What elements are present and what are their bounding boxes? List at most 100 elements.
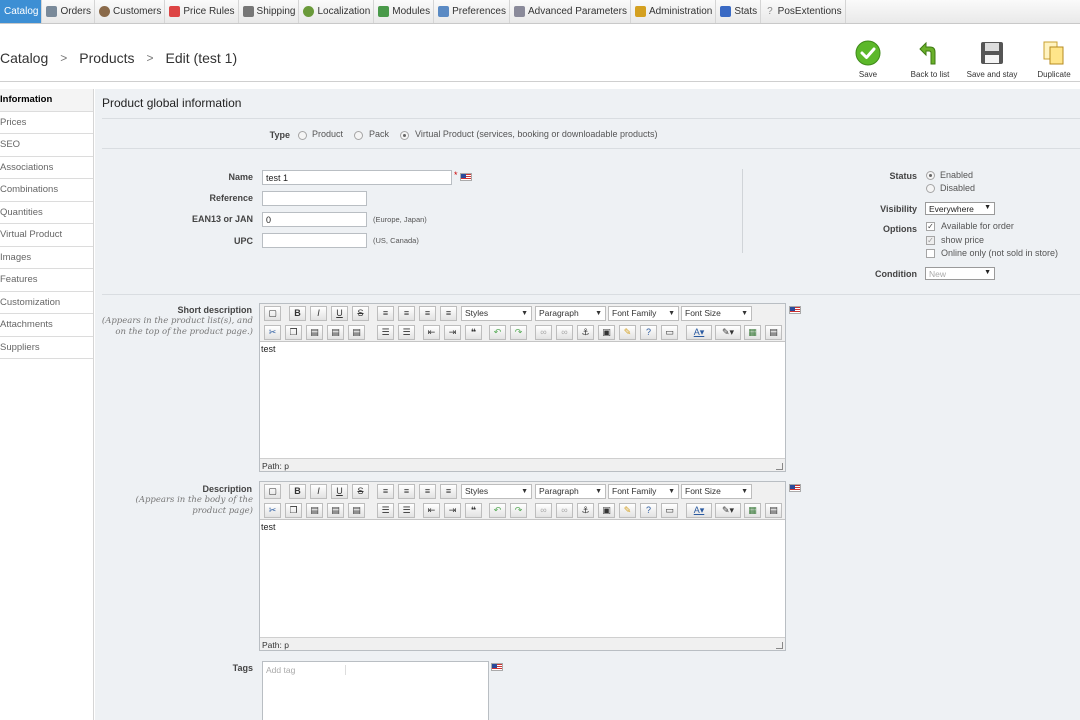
cleanup-icon[interactable]: ✎	[619, 325, 636, 340]
media-icon[interactable]: ▦	[744, 325, 761, 340]
type-radio-product[interactable]	[298, 131, 307, 140]
nav-tab-modules[interactable]: Modules	[374, 0, 435, 23]
indent-icon[interactable]: ⇥	[444, 503, 461, 518]
help-icon[interactable]: ?	[640, 325, 657, 340]
outdent-icon[interactable]: ⇤	[423, 503, 440, 518]
unlink-icon[interactable]: ∞	[556, 503, 573, 518]
sidebar-item-quantities[interactable]: Quantities	[0, 202, 93, 224]
numbered-list-icon[interactable]: ☰	[398, 503, 415, 518]
nav-tab-advanced-parameters[interactable]: Advanced Parameters	[510, 0, 631, 23]
background-color-icon[interactable]: ✎▾	[715, 325, 741, 340]
bold-button[interactable]: B	[289, 484, 306, 499]
visibility-select[interactable]: Everywhere	[925, 202, 995, 215]
nav-tab-shipping[interactable]: Shipping	[239, 0, 300, 23]
italic-button[interactable]: I	[310, 306, 327, 321]
sidebar-item-associations[interactable]: Associations	[0, 157, 93, 179]
nav-tab-posextentions[interactable]: ? PosExtentions	[761, 0, 846, 23]
cleanup-icon[interactable]: ✎	[619, 503, 636, 518]
sidebar-item-customization[interactable]: Customization	[0, 292, 93, 314]
status-enabled-radio[interactable]	[926, 171, 935, 180]
short-description-content[interactable]: test	[260, 342, 785, 356]
outdent-icon[interactable]: ⇤	[423, 325, 440, 340]
description-content[interactable]: test	[260, 520, 785, 534]
us-flag-icon[interactable]	[491, 663, 503, 671]
image-icon[interactable]: ▣	[598, 325, 615, 340]
new-document-icon[interactable]: ▢	[264, 484, 281, 499]
paste-word-icon[interactable]: ▤	[348, 503, 365, 518]
ean-input[interactable]	[262, 212, 367, 227]
background-color-icon[interactable]: ✎▾	[715, 503, 741, 518]
align-left-icon[interactable]: ≡	[377, 484, 394, 499]
underline-button[interactable]: U	[331, 484, 348, 499]
upc-input[interactable]	[262, 233, 367, 248]
sidebar-item-features[interactable]: Features	[0, 269, 93, 292]
html-icon[interactable]: ▭	[661, 325, 678, 340]
breadcrumb-catalog[interactable]: Catalog	[0, 50, 48, 66]
bullet-list-icon[interactable]: ☰	[377, 503, 394, 518]
sidebar-item-attachments[interactable]: Attachments	[0, 314, 93, 337]
nav-tab-customers[interactable]: Customers	[95, 0, 166, 23]
blockquote-icon[interactable]: ❝	[465, 325, 482, 340]
tags-input[interactable]: Add tag	[262, 661, 489, 720]
nav-tab-stats[interactable]: Stats	[716, 0, 762, 23]
available-checkbox[interactable]: ✓	[926, 222, 935, 231]
type-radio-pack[interactable]	[354, 131, 363, 140]
paste-word-icon[interactable]: ▤	[348, 325, 365, 340]
text-color-icon[interactable]: A▾	[686, 325, 712, 340]
paragraph-dropdown[interactable]: Paragraph	[535, 306, 606, 321]
new-document-icon[interactable]: ▢	[264, 306, 281, 321]
font-family-dropdown[interactable]: Font Family	[608, 306, 679, 321]
status-disabled-radio[interactable]	[926, 184, 935, 193]
align-center-icon[interactable]: ≡	[398, 484, 415, 499]
media-icon[interactable]: ▦	[744, 503, 761, 518]
sidebar-item-virtual-product[interactable]: Virtual Product	[0, 224, 93, 247]
nav-tab-catalog[interactable]: Catalog	[0, 0, 43, 23]
name-input[interactable]	[262, 170, 452, 185]
sidebar-item-suppliers[interactable]: Suppliers	[0, 337, 93, 359]
nav-tab-preferences[interactable]: Preferences	[434, 0, 510, 23]
redo-icon[interactable]: ↷	[510, 503, 527, 518]
save-and-stay-button[interactable]: Save and stay	[966, 40, 1018, 79]
text-color-icon[interactable]: A▾	[686, 503, 712, 518]
unlink-icon[interactable]: ∞	[556, 325, 573, 340]
paste-text-icon[interactable]: ▤	[327, 503, 344, 518]
breadcrumb-products[interactable]: Products	[79, 50, 134, 66]
font-size-dropdown[interactable]: Font Size	[681, 306, 752, 321]
link-icon[interactable]: ∞	[535, 503, 552, 518]
nav-tab-administration[interactable]: Administration	[631, 0, 717, 23]
strikethrough-button[interactable]: S	[352, 484, 369, 499]
paste-icon[interactable]: ▤	[306, 325, 323, 340]
blockquote-icon[interactable]: ❝	[465, 503, 482, 518]
reference-input[interactable]	[262, 191, 367, 206]
italic-button[interactable]: I	[310, 484, 327, 499]
template-icon[interactable]: ▤	[765, 325, 782, 340]
sidebar-item-seo[interactable]: SEO	[0, 134, 93, 157]
bold-button[interactable]: B	[289, 306, 306, 321]
html-icon[interactable]: ▭	[661, 503, 678, 518]
cut-icon[interactable]: ✂	[264, 325, 281, 340]
sidebar-item-information[interactable]: Information	[0, 89, 93, 112]
styles-dropdown[interactable]: Styles	[461, 306, 532, 321]
numbered-list-icon[interactable]: ☰	[398, 325, 415, 340]
strikethrough-button[interactable]: S	[352, 306, 369, 321]
condition-select[interactable]: New	[925, 267, 995, 280]
styles-dropdown[interactable]: Styles	[461, 484, 532, 499]
align-right-icon[interactable]: ≡	[419, 484, 436, 499]
template-icon[interactable]: ▤	[765, 503, 782, 518]
justify-icon[interactable]: ≡	[440, 306, 457, 321]
nav-tab-price-rules[interactable]: Price Rules	[165, 0, 239, 23]
anchor-icon[interactable]: ⚓	[577, 503, 594, 518]
type-radio-virtual-product[interactable]	[400, 131, 409, 140]
nav-tab-orders[interactable]: Orders	[42, 0, 96, 23]
copy-icon[interactable]: ❐	[285, 325, 302, 340]
save-button[interactable]: Save	[842, 40, 894, 79]
sidebar-item-prices[interactable]: Prices	[0, 112, 93, 134]
duplicate-button[interactable]: Duplicate	[1028, 40, 1080, 79]
help-icon[interactable]: ?	[640, 503, 657, 518]
align-left-icon[interactable]: ≡	[377, 306, 394, 321]
undo-icon[interactable]: ↶	[489, 325, 506, 340]
redo-icon[interactable]: ↷	[510, 325, 527, 340]
link-icon[interactable]: ∞	[535, 325, 552, 340]
paragraph-dropdown[interactable]: Paragraph	[535, 484, 606, 499]
sidebar-item-images[interactable]: Images	[0, 247, 93, 269]
